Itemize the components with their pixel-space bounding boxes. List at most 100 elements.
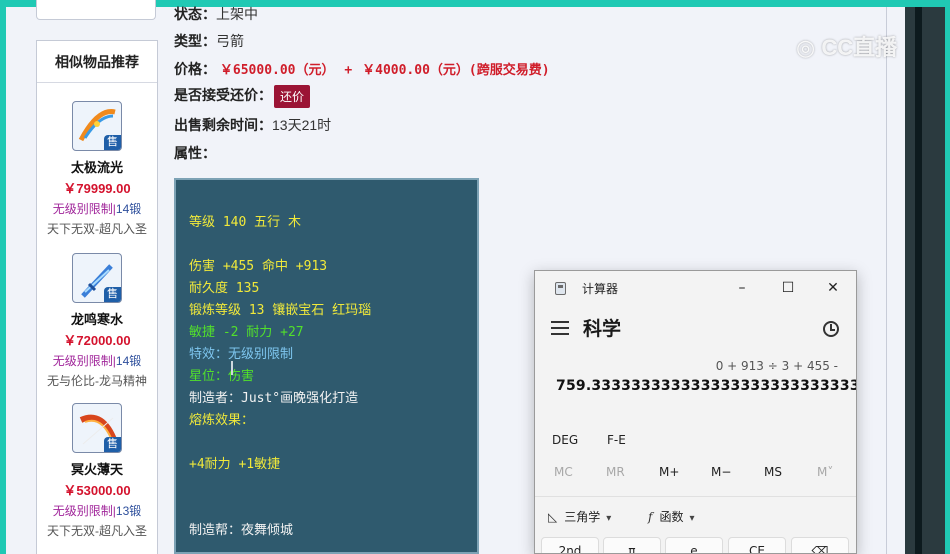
item-price: ￥79999.00	[63, 181, 131, 196]
function-icon: f	[648, 510, 653, 524]
watermark-logo-icon: ◎	[796, 35, 816, 60]
item-server: 无与伦比-龙马精神	[47, 374, 147, 388]
window-frame-right	[945, 0, 950, 554]
item-forge-level: 14锻	[115, 202, 142, 216]
price-plus: +	[344, 63, 353, 78]
type-value: 弓箭	[216, 33, 244, 49]
type-label: 类型：	[174, 33, 216, 49]
backspace-key[interactable]: ⌫	[791, 537, 849, 553]
item-limit: 无级别限制|14锻	[52, 354, 142, 368]
counter-offer-button[interactable]: 还价	[274, 85, 311, 108]
time-left-value: 13天21时	[272, 117, 332, 133]
memory-list-button[interactable]: M˅	[817, 465, 833, 479]
calculator-divider	[535, 496, 856, 497]
sale-badge: 售	[104, 135, 121, 150]
attr-damage: 伤害 +455 命中 +913	[189, 259, 328, 274]
calculator-mode-title: 科学	[583, 318, 622, 340]
trigonometry-label: 三角学	[564, 510, 601, 524]
item-forge-level: 14锻	[115, 354, 142, 368]
previous-card-fragment	[36, 0, 156, 20]
close-button[interactable]: ✕	[820, 277, 846, 299]
e-key[interactable]: e	[665, 537, 723, 553]
calculator-title: 计算器	[582, 282, 619, 296]
attr-star: 星位：伤害	[189, 369, 255, 384]
item-thumbnail-1[interactable]: 售	[72, 101, 122, 151]
attr-melt: 熔炼效果：	[189, 413, 255, 428]
fe-toggle[interactable]: F-E	[607, 433, 626, 447]
item-limit-text: 无级别限制	[52, 202, 113, 216]
right-dark-panel	[905, 7, 945, 554]
text-cursor	[231, 361, 233, 375]
item-thumbnail-2[interactable]: 售	[72, 253, 122, 303]
attributes-label: 属性：	[174, 145, 216, 161]
deg-toggle[interactable]: DEG	[552, 433, 578, 447]
calculator-window[interactable]: 计算器 – ☐ ✕ 科学 0 + 913 ÷ 3 + 455 - 759.333…	[534, 270, 857, 554]
attr-effect: 特效：无级别限制	[189, 347, 294, 362]
calculator-app-icon	[555, 282, 566, 295]
memory-clear-button[interactable]: MC	[554, 465, 573, 479]
status-label: 状态：	[174, 6, 216, 22]
price-row: 价格： ￥65000.00（元） + ￥4000.00（元）(跨服交易费)	[174, 59, 550, 79]
item-name[interactable]: 冥火薄天	[37, 459, 157, 478]
attr-level: 等级 140 五行 木	[189, 215, 301, 230]
item-name[interactable]: 太极流光	[37, 157, 157, 176]
price-fee: ￥4000.00（元）(跨服交易费)	[362, 63, 550, 78]
attributes-row: 属性：	[174, 143, 216, 163]
triangle-icon: ◺	[548, 510, 558, 524]
calculator-result: 759.3333333333333333333333333333	[556, 378, 857, 394]
item-limit: 无级别限制|14锻	[52, 202, 142, 216]
maximize-button[interactable]: ☐	[775, 277, 801, 299]
sale-badge: 售	[104, 437, 121, 452]
status-row: 状态：上架中	[174, 4, 258, 24]
item-limit-text: 无级别限制	[52, 354, 113, 368]
memory-add-button[interactable]: M+	[659, 465, 679, 479]
chevron-down-icon: ▾	[689, 513, 695, 524]
attr-forge: 锻炼等级 13 镶嵌宝石 红玛瑙	[189, 303, 372, 318]
function-label: 函数	[659, 510, 684, 524]
attr-melt-effect: +4耐力 +1敏捷	[189, 457, 281, 472]
recommend-item-1[interactable]: 售 太极流光 ￥79999.00 无级别限制|14锻 天下无双-超凡入圣	[37, 101, 157, 237]
chevron-down-icon: ▾	[606, 513, 612, 524]
calculator-expression: 0 + 913 ÷ 3 + 455 -	[715, 359, 838, 373]
bargain-label: 是否接受还价：	[174, 87, 272, 104]
time-left-row: 出售剩余时间：13天21时	[174, 115, 331, 135]
item-server: 天下无双-超凡入圣	[47, 222, 147, 236]
item-price: ￥53000.00	[63, 483, 131, 498]
status-value: 上架中	[216, 6, 258, 22]
hamburger-menu-icon[interactable]	[551, 321, 569, 339]
bargain-row: 是否接受还价： 还价	[174, 85, 311, 108]
item-limit-text: 无级别限制	[52, 504, 113, 518]
trigonometry-menu[interactable]: ◺ 三角学 ▾	[548, 508, 611, 525]
memory-recall-button[interactable]: MR	[606, 465, 625, 479]
recommend-item-3[interactable]: 售 冥火薄天 ￥53000.00 无级别限制|13锻 天下无双-超凡入圣	[37, 403, 157, 539]
item-thumbnail-3[interactable]: 售	[72, 403, 122, 453]
attr-maker: 制造者：Just°画晚强化打造	[189, 391, 359, 406]
attr-guild: 制造帮：夜舞倾城	[189, 523, 294, 538]
item-limit: 无级别限制|13锻	[52, 504, 142, 518]
attributes-box: 等级 140 五行 木 伤害 +455 命中 +913 耐久度 135 锻炼等级…	[174, 178, 479, 554]
clear-entry-key[interactable]: CE	[728, 537, 786, 553]
item-forge-level: 13锻	[115, 504, 142, 518]
item-price: ￥72000.00	[63, 333, 131, 348]
page-divider	[886, 7, 887, 554]
type-row: 类型：弓箭	[174, 31, 244, 51]
price-label: 价格：	[174, 61, 216, 77]
recommend-item-2[interactable]: 售 龙鸣寒水 ￥72000.00 无级别限制|14锻 无与伦比-龙马精神	[37, 253, 157, 389]
watermark-text: CC直播	[821, 35, 898, 60]
price-main: ￥65000.00（元）	[219, 63, 335, 78]
memory-subtract-button[interactable]: M−	[711, 465, 731, 479]
second-function-key[interactable]: 2nd	[541, 537, 599, 553]
function-menu[interactable]: f 函数 ▾	[648, 508, 695, 525]
time-left-label: 出售剩余时间：	[174, 117, 272, 133]
item-name[interactable]: 龙鸣寒水	[37, 309, 157, 328]
history-icon[interactable]	[823, 321, 839, 337]
memory-store-button[interactable]: MS	[764, 465, 782, 479]
attr-agility: 敏捷 -2 耐力 +27	[189, 325, 304, 340]
sale-badge: 售	[104, 287, 121, 302]
calculator-titlebar[interactable]: 计算器 – ☐ ✕	[535, 271, 856, 305]
attr-durability: 耐久度 135	[189, 281, 260, 296]
similar-items-title: 相似物品推荐	[37, 41, 157, 83]
pi-key[interactable]: π	[603, 537, 661, 553]
right-dark-stripe	[915, 7, 922, 554]
minimize-button[interactable]: –	[729, 277, 755, 299]
